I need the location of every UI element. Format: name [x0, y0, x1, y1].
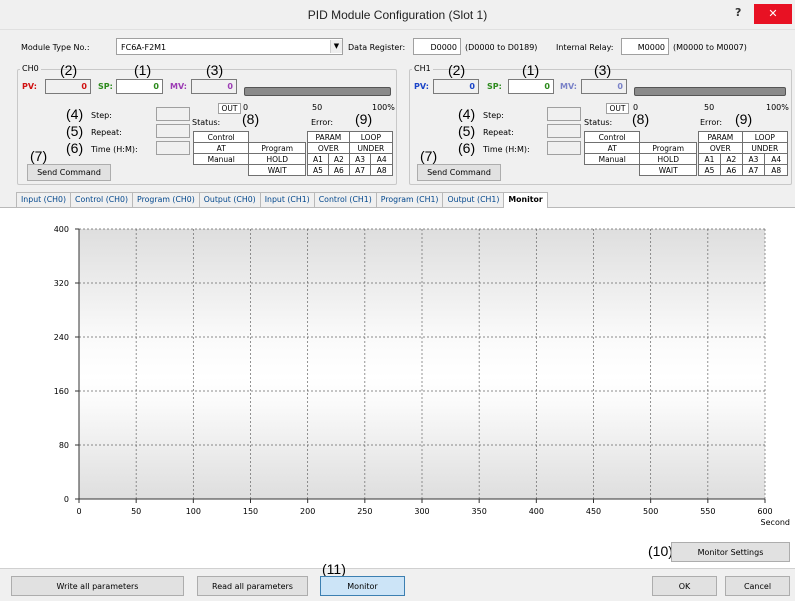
- x-tick-label: 350: [472, 507, 487, 516]
- y-tick-label: 400: [54, 225, 69, 234]
- ok-button[interactable]: OK: [652, 576, 717, 596]
- x-tick-label: 150: [243, 507, 258, 516]
- monitor-chart: 0 50 100 150 200 250 300 350 400 450 500 550 600 0 80 1…: [54, 225, 790, 527]
- y-tick-label: 320: [54, 279, 69, 288]
- x-tick-label: 450: [586, 507, 601, 516]
- x-tick-label: 250: [357, 507, 372, 516]
- x-tick-label: 400: [529, 507, 544, 516]
- y-tick-label: 0: [64, 495, 69, 504]
- x-tick-label: 550: [700, 507, 715, 516]
- x-tick-label: 100: [186, 507, 201, 516]
- cancel-button[interactable]: Cancel: [725, 576, 790, 596]
- y-tick-label: 240: [54, 333, 69, 342]
- x-tick-label: 300: [414, 507, 429, 516]
- y-tick-label: 160: [54, 387, 69, 396]
- x-tick-label: 200: [300, 507, 315, 516]
- monitor-settings-button[interactable]: Monitor Settings: [671, 542, 790, 562]
- x-axis-label: Second: [761, 518, 790, 527]
- monitor-button[interactable]: Monitor: [320, 576, 405, 596]
- x-tick-label: 50: [131, 507, 141, 516]
- write-all-parameters-button[interactable]: Write all parameters: [11, 576, 184, 596]
- callout-10: (10): [648, 543, 673, 559]
- x-tick-label: 0: [76, 507, 81, 516]
- callout-11: (11): [322, 561, 346, 577]
- x-tick-label: 600: [757, 507, 772, 516]
- read-all-parameters-button[interactable]: Read all parameters: [197, 576, 308, 596]
- x-tick-label: 500: [643, 507, 658, 516]
- y-tick-label: 80: [59, 441, 69, 450]
